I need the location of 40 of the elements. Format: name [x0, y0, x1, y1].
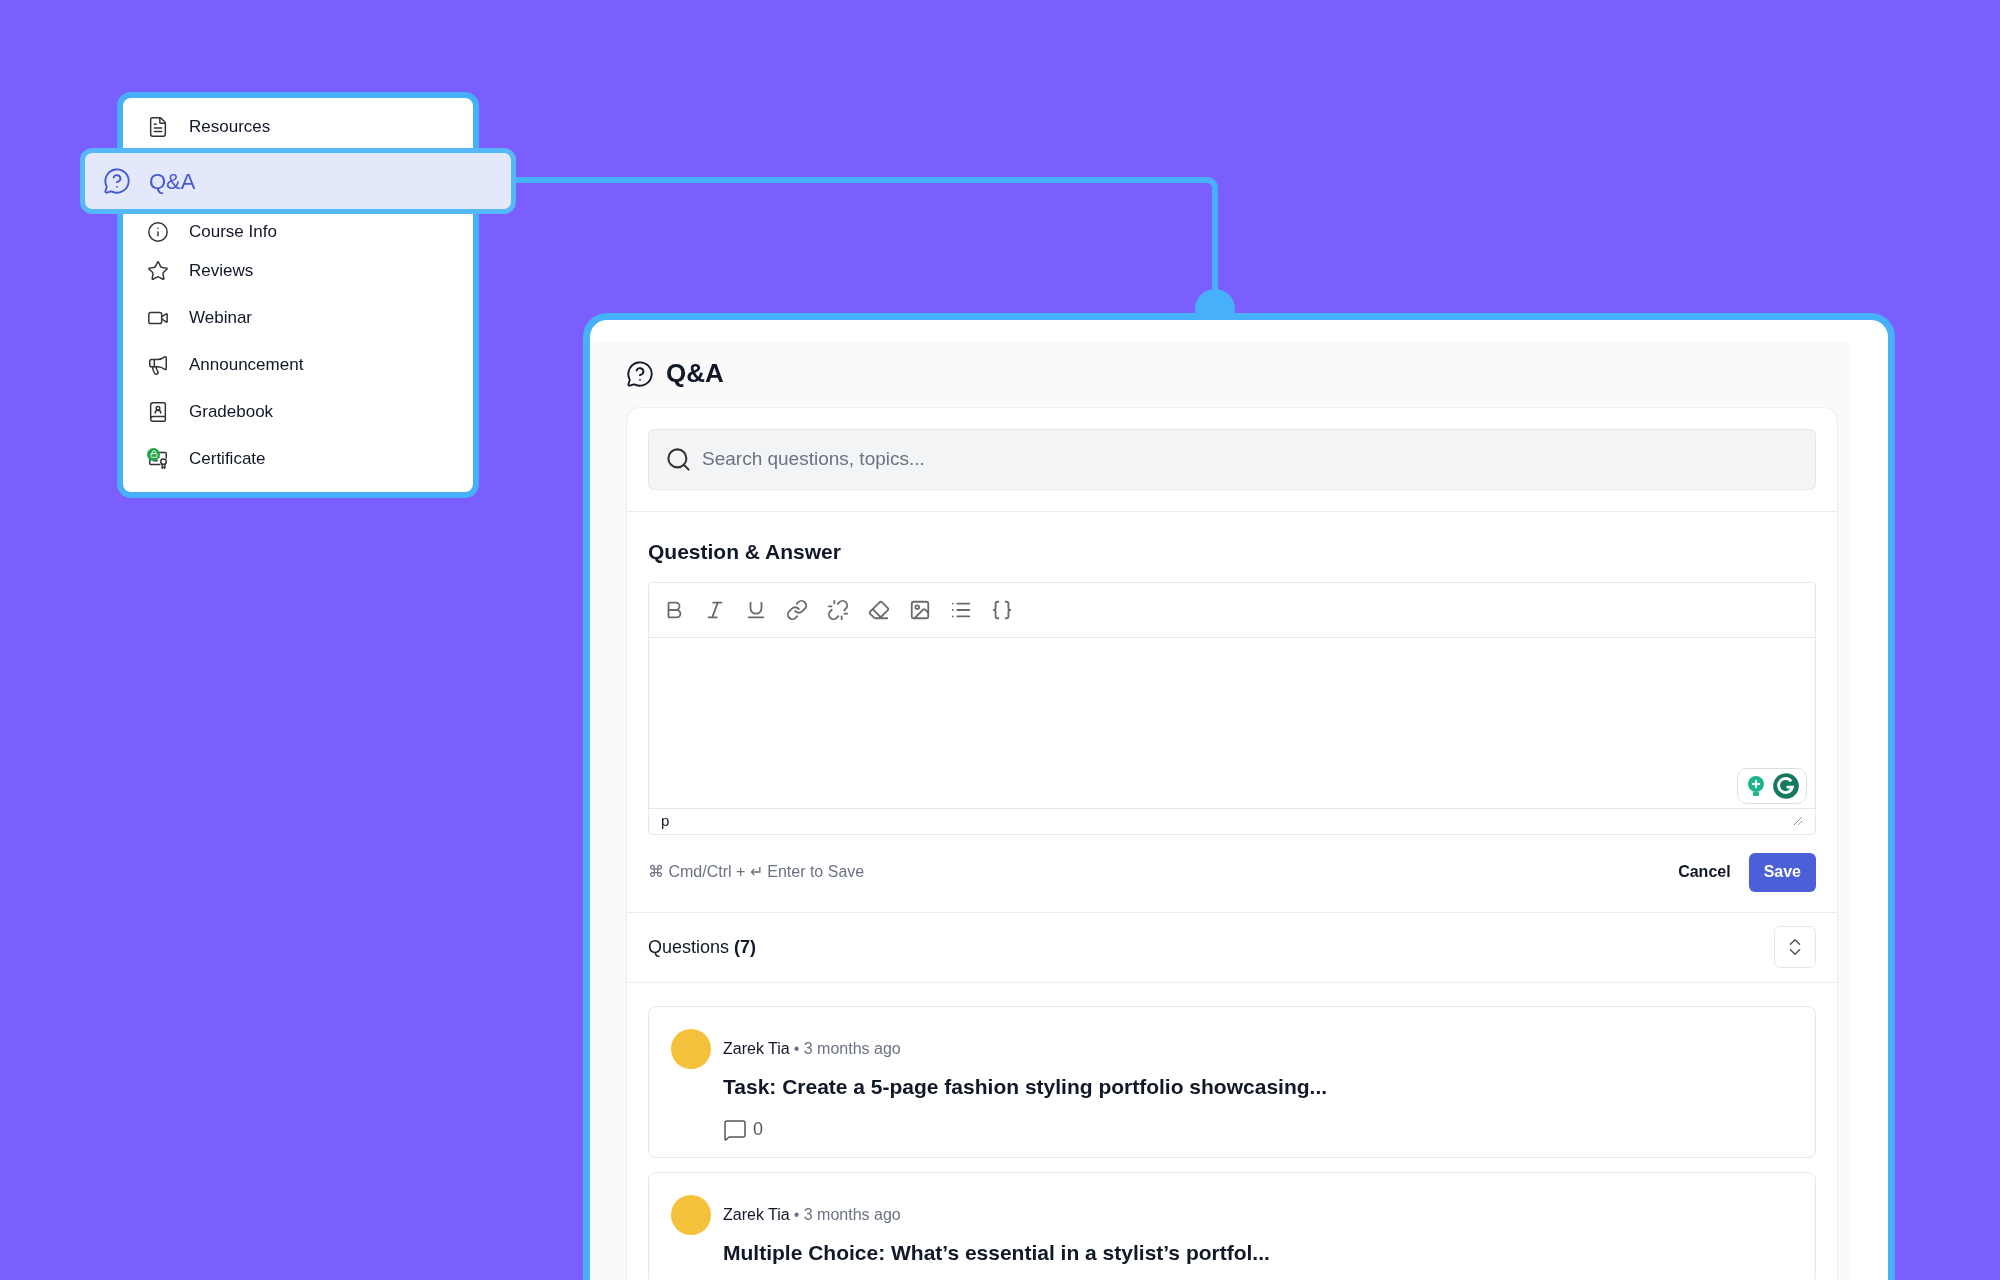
search-field[interactable]: Search questions, topics... — [648, 429, 1816, 490]
question-title: Multiple Choice: What’s essential in a stylist’s portfol... — [723, 1240, 1271, 1266]
sidebar-item[interactable]: Webinar — [123, 294, 473, 341]
post-time: • 3 months ago — [793, 1205, 901, 1225]
comment-icon — [723, 1117, 747, 1142]
image-icon[interactable] — [909, 598, 931, 621]
sidebar-item[interactable]: Q&A — [80, 148, 516, 214]
question-card[interactable]: Zarek Tia • 3 months ago Multiple Choice: What’s essential in a stylist’s portfol... — [648, 1172, 1816, 1280]
comment-count: 0 — [753, 1118, 763, 1141]
braces-icon[interactable] — [991, 598, 1013, 621]
sidebar-item[interactable]: Certificate — [123, 435, 473, 482]
search-icon — [665, 446, 692, 473]
shortcut-hint: ⌘ Cmd/Ctrl + ↵ Enter to Save — [648, 862, 865, 882]
post-time: • 3 months ago — [793, 1038, 901, 1059]
section-heading: Question & Answer — [648, 539, 842, 565]
rich-text-editor[interactable]: p — [648, 581, 1816, 835]
cancel-button[interactable]: Cancel — [1678, 852, 1731, 892]
resize-handle-icon[interactable] — [1793, 816, 1803, 826]
sidebar-item[interactable]: Gradebook — [123, 388, 473, 435]
author-name: Zarek Tia — [723, 1205, 790, 1225]
grammar-assistant-icon[interactable] — [1737, 767, 1807, 804]
save-button[interactable]: Save — [1748, 852, 1816, 892]
unlink-icon[interactable] — [827, 598, 849, 621]
sort-button[interactable] — [1774, 926, 1816, 968]
element-path: p — [661, 810, 670, 831]
questions-heading: Questions (7) — [648, 935, 757, 959]
author-name: Zarek Tia — [723, 1038, 790, 1059]
avatar — [671, 1195, 711, 1235]
panel-title: Q&A — [666, 357, 724, 390]
avatar — [671, 1028, 711, 1069]
question-title: Task: Create a 5-page fashion styling portfolio showcasing... — [723, 1073, 1329, 1100]
link-icon[interactable] — [786, 598, 808, 621]
sidebar-item[interactable]: Reviews — [123, 247, 473, 294]
eraser-icon[interactable] — [868, 598, 890, 621]
search-input[interactable]: Search questions, topics... — [702, 445, 1799, 474]
sidebar-item[interactable]: Course Info — [123, 216, 473, 247]
sidebar-item[interactable]: Resources — [123, 108, 473, 146]
question-card[interactable]: Zarek Tia • 3 months ago Task: Create a 5-page fashion styling portfolio showcasing... 0 — [648, 1005, 1816, 1158]
sidebar-item[interactable]: Announcement — [123, 341, 473, 388]
question-icon — [626, 359, 654, 388]
